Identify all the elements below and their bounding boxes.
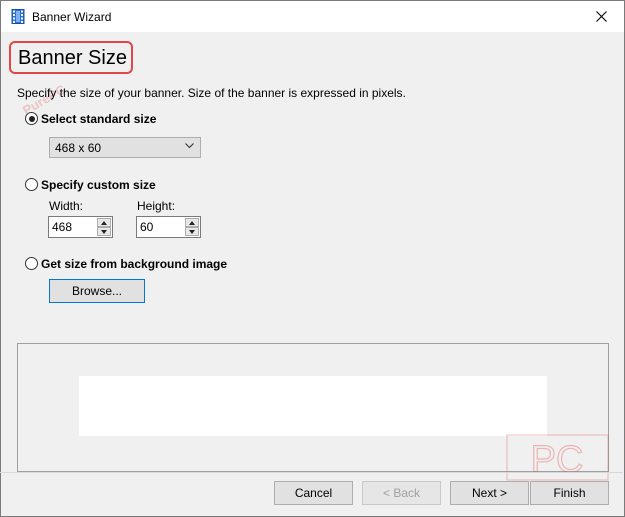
film-strip-icon xyxy=(11,9,25,24)
banner-preview xyxy=(79,376,547,436)
width-up-button[interactable] xyxy=(97,218,111,227)
chevron-down-icon xyxy=(185,143,194,149)
footer-divider xyxy=(0,472,623,473)
custom-size-label[interactable]: Specify custom size xyxy=(41,178,156,192)
standard-size-value: 468 x 60 xyxy=(55,141,102,155)
height-up-button[interactable] xyxy=(185,218,199,227)
width-label: Width: xyxy=(49,199,84,213)
back-button[interactable]: < Back xyxy=(362,481,441,505)
standard-size-radio[interactable] xyxy=(25,112,38,125)
height-label: Height: xyxy=(137,199,176,213)
standard-size-label[interactable]: Select standard size xyxy=(41,112,156,126)
background-size-label[interactable]: Get size from background image xyxy=(41,257,227,271)
background-size-radio[interactable] xyxy=(25,257,38,270)
width-down-button[interactable] xyxy=(97,227,111,236)
next-button[interactable]: Next > xyxy=(450,481,529,505)
height-value: 60 xyxy=(140,220,154,234)
page-title: Banner Size xyxy=(18,47,127,69)
watermark-corner: PC xyxy=(531,439,584,481)
width-value: 468 xyxy=(52,220,73,234)
browse-button[interactable]: Browse... xyxy=(49,279,145,303)
description: Specify the size of your banner. Size of… xyxy=(17,86,406,100)
watermark-logo: PC xyxy=(506,434,609,481)
cancel-button[interactable]: Cancel xyxy=(274,481,353,505)
title-bar: Banner Wizard xyxy=(1,1,624,32)
close-icon[interactable] xyxy=(578,1,624,32)
width-stepper[interactable]: 468 xyxy=(48,216,113,238)
custom-size-radio[interactable] xyxy=(25,178,38,191)
finish-button[interactable]: Finish xyxy=(530,481,609,505)
standard-size-select[interactable]: 468 x 60 xyxy=(49,137,201,158)
height-down-button[interactable] xyxy=(185,227,199,236)
window-title: Banner Wizard xyxy=(32,10,112,24)
height-stepper[interactable]: 60 xyxy=(136,216,201,238)
